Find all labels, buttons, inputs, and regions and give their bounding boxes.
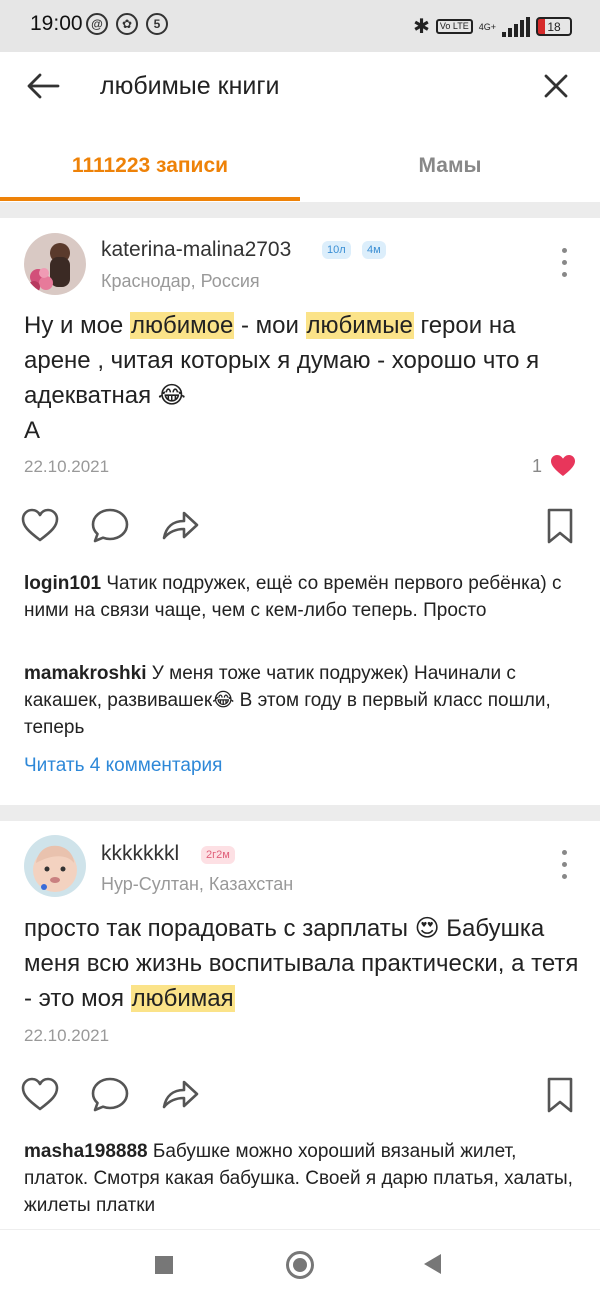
status-time: 19:00 [30,12,83,35]
post-location: Краснодар, Россия [101,271,260,291]
tab-moms[interactable]: Мамы [300,154,600,178]
comment-author: login101 [24,573,102,594]
post-text: Ну и мое любимое - мои любимые герои на … [24,312,540,444]
comment-author: mamakroshki [24,663,147,684]
home-icon[interactable] [286,1251,314,1279]
tab-records[interactable]: 1111223 записи [0,154,300,178]
search-highlight: любимая [130,985,235,1012]
status-bar: 19:00 @ ✿ 5 ✱ Vo LTE 4G+ 18 [0,0,600,52]
comment-icon[interactable] [88,504,132,548]
system-nav-bar [0,1229,600,1299]
search-input[interactable]: любимые книги [100,72,279,101]
avatar[interactable] [24,233,86,295]
close-icon[interactable] [534,64,578,108]
five-icon: 5 [146,13,168,35]
battery-icon: 18 [536,17,572,36]
child-age-badge: 10л [322,241,351,259]
comment-preview[interactable]: mamakroshki У меня тоже чатик подружек) … [24,660,584,741]
post-author[interactable]: katerina-malina2703 [101,238,291,262]
post-author[interactable]: kkkkkkkl [101,842,179,866]
divider [0,202,600,218]
signal-icon [502,16,530,37]
avatar[interactable] [24,835,86,897]
child-age-badge: 2г2м [201,846,235,864]
comment-preview[interactable]: masha198888 Бабушке можно хороший вязаны… [24,1138,584,1219]
search-highlight: любимые [305,312,414,339]
comment-preview[interactable]: login101 Чатик подружек, ещё со времён п… [24,570,584,624]
back-arrow-icon[interactable] [22,64,66,108]
tab-bar: 1111223 записи Мамы [0,122,600,202]
like-heart-icon[interactable] [18,504,62,548]
share-icon[interactable] [158,1073,202,1117]
like-heart-icon[interactable] [18,1073,62,1117]
child-age-badge: 4м [362,241,386,259]
post-date: 22.10.2021 [24,457,110,476]
heart-filled-icon [551,455,575,476]
read-comments-link[interactable]: Читать 4 комментария [24,755,222,777]
post-text: просто так порадовать с зарплаты 😍 Бабуш… [24,915,579,1012]
volte-icon: Vo LTE [435,19,473,34]
search-highlight: любимое [129,312,235,339]
network-type: 4G+ [478,21,496,32]
comment-author: masha198888 [24,1141,148,1162]
gear-icon: ✿ [116,13,138,35]
recent-apps-icon[interactable] [155,1256,173,1274]
bluetooth-icon: ✱ [413,16,430,38]
post-actions [0,504,600,554]
post-location: Нур-Султан, Казахстан [101,874,294,894]
share-icon[interactable] [158,504,202,548]
more-options-icon[interactable] [552,244,576,280]
post-date: 22.10.2021 [24,1026,110,1045]
divider [0,805,600,821]
search-header: любимые книги [0,52,600,122]
comment-text: Чатик подружек, ещё со времён первого ре… [24,573,562,621]
battery-level: 18 [547,19,561,34]
bookmark-icon[interactable] [538,504,582,548]
post-actions [0,1073,600,1123]
likes-counter[interactable]: 1 [532,454,576,478]
back-triangle-icon[interactable] [424,1254,441,1274]
likes-count: 1 [531,455,542,476]
tab-active-indicator [0,197,300,201]
more-options-icon[interactable] [552,846,576,882]
bookmark-icon[interactable] [538,1073,582,1117]
at-icon: @ [86,13,108,35]
comment-icon[interactable] [88,1073,132,1117]
